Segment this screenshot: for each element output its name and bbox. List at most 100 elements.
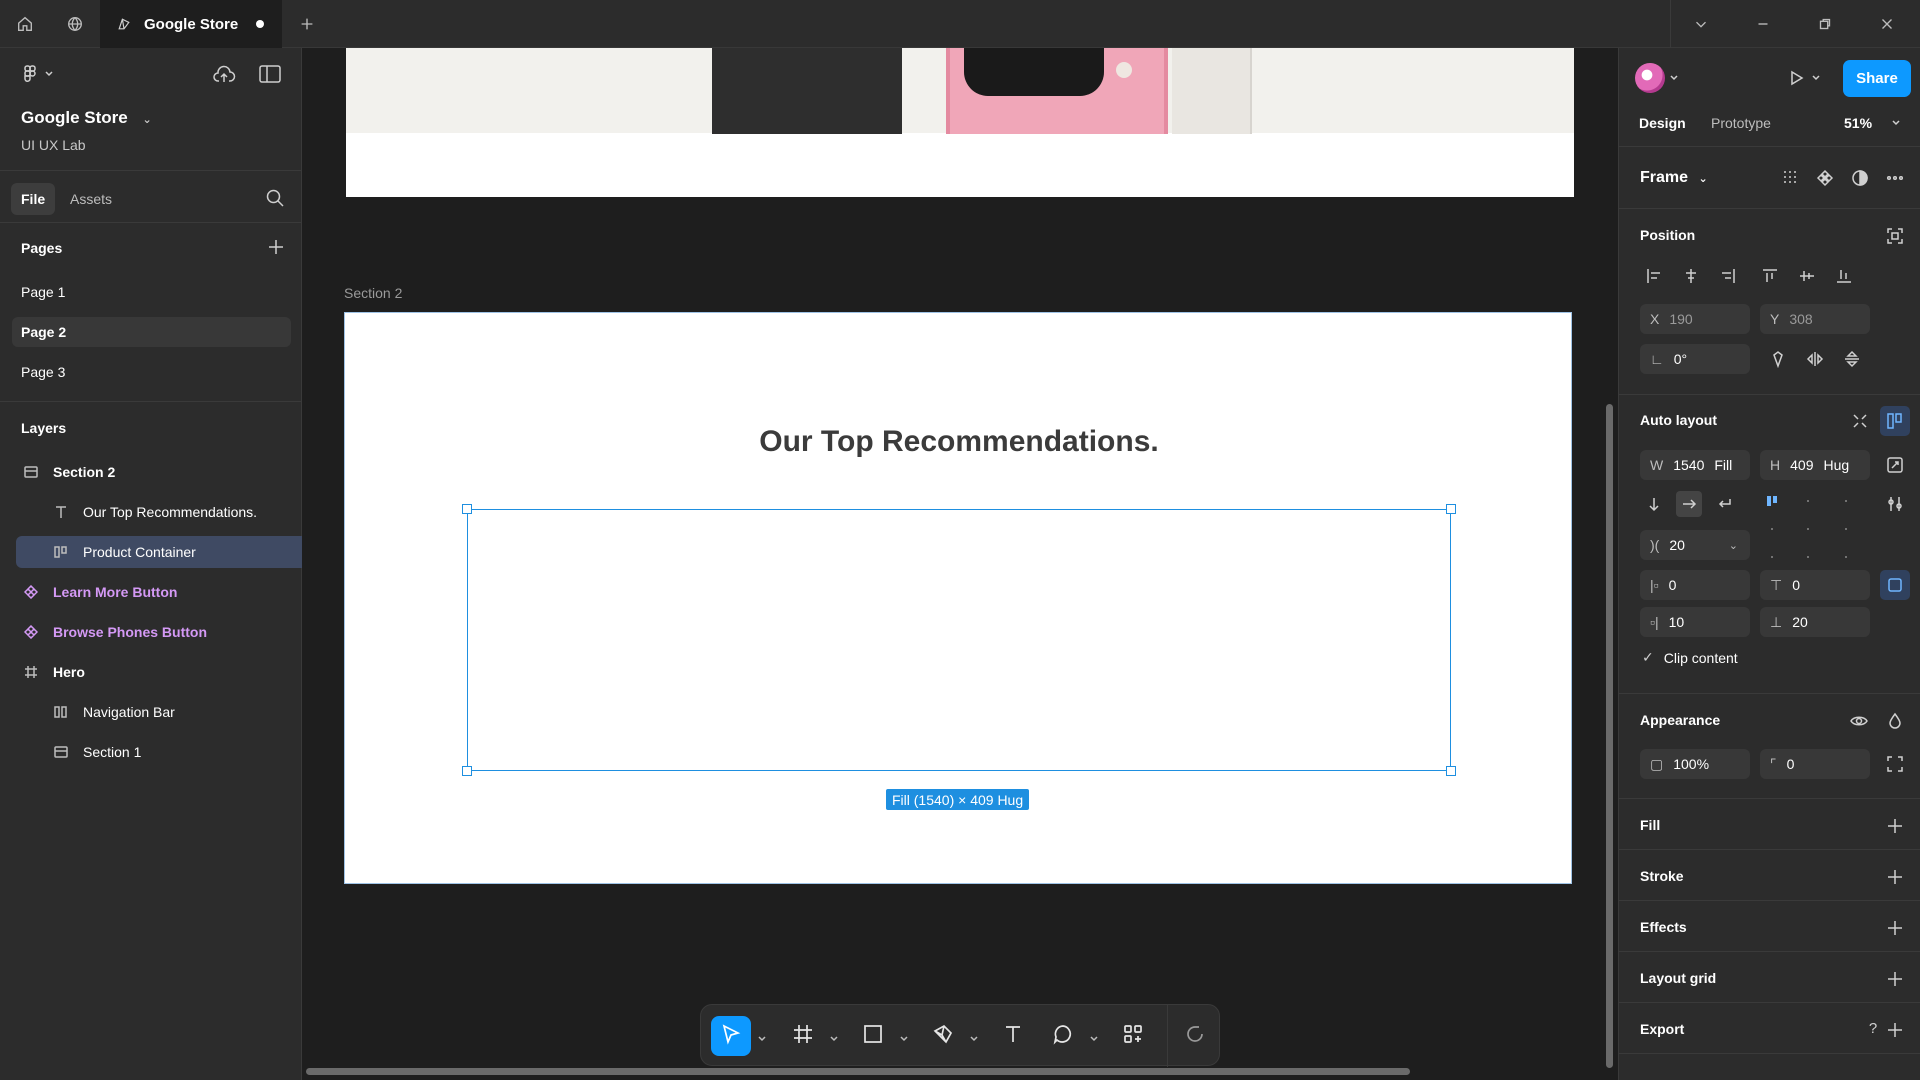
resize-to-fit-icon[interactable] bbox=[1882, 452, 1908, 478]
main-menu-icon[interactable] bbox=[20, 64, 54, 84]
add-stroke-icon[interactable] bbox=[1882, 864, 1908, 890]
chevron-down-icon[interactable]: ⌄ bbox=[142, 114, 151, 126]
corner-expand-icon[interactable] bbox=[1882, 751, 1908, 777]
hero-frame[interactable] bbox=[346, 48, 1574, 197]
component-icon[interactable] bbox=[1812, 165, 1838, 191]
tab-prototype[interactable]: Prototype bbox=[1711, 115, 1771, 131]
direction-horizontal-icon[interactable] bbox=[1676, 491, 1702, 517]
chevron-down-icon[interactable] bbox=[1089, 1031, 1099, 1042]
height-field[interactable]: H 409 Hug bbox=[1760, 450, 1870, 480]
mask-icon[interactable] bbox=[1847, 165, 1873, 191]
layer-product-container[interactable]: Product Container bbox=[16, 536, 302, 568]
alignment-grid[interactable] bbox=[1759, 488, 1871, 574]
collapse-icon[interactable] bbox=[1847, 408, 1873, 434]
canvas[interactable]: Section 2 Our Top Recommendations. Fill … bbox=[302, 48, 1618, 1080]
text-tool[interactable] bbox=[993, 1016, 1033, 1056]
h-mode[interactable]: Hug bbox=[1823, 457, 1849, 473]
width-field[interactable]: W 1540 Fill bbox=[1640, 450, 1750, 480]
chevron-down-icon[interactable] bbox=[899, 1031, 909, 1042]
flip-horizontal-icon[interactable] bbox=[1802, 346, 1828, 372]
tab-file[interactable]: File bbox=[11, 183, 56, 215]
chevron-down-icon[interactable] bbox=[1667, 65, 1681, 91]
align-bottom-icon[interactable] bbox=[1831, 263, 1857, 289]
align-middle-icon[interactable] bbox=[1794, 263, 1820, 289]
flip-vertical-icon[interactable] bbox=[1839, 346, 1865, 372]
pen-tool[interactable] bbox=[923, 1016, 963, 1056]
frame-selector[interactable]: Frame ⌄ bbox=[1640, 169, 1708, 187]
resize-handle-bl[interactable] bbox=[462, 766, 472, 776]
play-icon[interactable] bbox=[1783, 65, 1809, 91]
layer-navigation-bar[interactable]: Navigation Bar bbox=[16, 696, 302, 728]
horizontal-scrollbar[interactable] bbox=[306, 1068, 1410, 1075]
eye-icon[interactable] bbox=[1846, 708, 1872, 734]
avatar[interactable] bbox=[1635, 63, 1665, 93]
shape-tool[interactable] bbox=[853, 1016, 893, 1056]
align-top-icon[interactable] bbox=[1757, 263, 1783, 289]
align-right-icon[interactable] bbox=[1715, 263, 1741, 289]
layer-hero[interactable]: Hero bbox=[16, 656, 302, 688]
page-item-2[interactable]: Page 2 bbox=[12, 317, 291, 347]
resize-handle-tl[interactable] bbox=[462, 504, 472, 514]
tab-assets[interactable]: Assets bbox=[60, 183, 122, 215]
actions-tool[interactable] bbox=[1113, 1016, 1153, 1056]
gap-field[interactable]: )( 20 ⌄ bbox=[1640, 530, 1750, 560]
tab-design[interactable]: Design bbox=[1639, 115, 1686, 131]
constraints-icon[interactable] bbox=[1882, 223, 1908, 249]
frame-tool[interactable] bbox=[783, 1016, 823, 1056]
padding-bottom-field[interactable]: ⊥ 20 bbox=[1760, 607, 1870, 637]
resize-handle-br[interactable] bbox=[1446, 766, 1456, 776]
add-export-icon[interactable] bbox=[1882, 1017, 1908, 1043]
file-name[interactable]: Google Store ⌄ bbox=[21, 108, 152, 128]
padding-left-field[interactable]: |▫ 0 bbox=[1640, 570, 1750, 600]
close-icon[interactable] bbox=[1862, 0, 1912, 48]
search-icon[interactable] bbox=[265, 188, 285, 208]
restore-icon[interactable] bbox=[1800, 0, 1850, 48]
rotate-icon[interactable] bbox=[1765, 346, 1791, 372]
layer-browse-phones-button[interactable]: Browse Phones Button bbox=[16, 616, 302, 648]
chevron-down-icon[interactable] bbox=[1889, 110, 1903, 136]
padding-right-field[interactable]: ▫| 10 bbox=[1640, 607, 1750, 637]
corner-radius-field[interactable]: ⌜ 0 bbox=[1760, 749, 1870, 779]
section-2-frame[interactable]: Our Top Recommendations. Fill (1540) × 4… bbox=[344, 312, 1572, 884]
add-effect-icon[interactable] bbox=[1882, 915, 1908, 941]
add-layout-grid-icon[interactable] bbox=[1882, 966, 1908, 992]
direction-vertical-icon[interactable] bbox=[1641, 491, 1667, 517]
wrap-icon[interactable] bbox=[1712, 491, 1738, 517]
home-icon[interactable] bbox=[0, 0, 50, 48]
comment-tool[interactable] bbox=[1043, 1016, 1083, 1056]
layer-section-1[interactable]: Section 1 bbox=[16, 736, 302, 768]
panel-toggle-icon[interactable] bbox=[259, 65, 281, 83]
align-center-horizontal-icon[interactable] bbox=[1678, 263, 1704, 289]
clip-content-checkbox[interactable]: ✓ Clip content bbox=[1642, 649, 1738, 666]
dev-mode-toggle[interactable] bbox=[1175, 1016, 1215, 1056]
share-button[interactable]: Share bbox=[1843, 60, 1911, 97]
globe-icon[interactable] bbox=[50, 0, 100, 48]
move-tool[interactable] bbox=[711, 1016, 751, 1056]
y-field[interactable]: Y 308 bbox=[1760, 304, 1870, 334]
minimize-icon[interactable] bbox=[1738, 0, 1788, 48]
layer-section-2[interactable]: Section 2 bbox=[16, 456, 302, 488]
blend-mode-icon[interactable] bbox=[1882, 708, 1908, 734]
independent-padding-icon[interactable] bbox=[1880, 570, 1910, 600]
align-left-icon[interactable] bbox=[1641, 263, 1667, 289]
chevron-down-icon[interactable] bbox=[829, 1031, 839, 1042]
grid-icon[interactable] bbox=[1777, 165, 1803, 191]
x-field[interactable]: X 190 bbox=[1640, 304, 1750, 334]
rotation-field[interactable]: ∟ 0° bbox=[1640, 344, 1750, 374]
chevron-down-icon[interactable] bbox=[969, 1031, 979, 1042]
opacity-field[interactable]: ▢ 100% bbox=[1640, 749, 1750, 779]
chevron-down-icon[interactable] bbox=[757, 1031, 767, 1042]
add-page-icon[interactable] bbox=[267, 238, 285, 256]
add-fill-icon[interactable] bbox=[1882, 813, 1908, 839]
more-icon[interactable] bbox=[1882, 165, 1908, 191]
padding-top-field[interactable]: ⊤ 0 bbox=[1760, 570, 1870, 600]
chevron-down-icon[interactable]: ⌄ bbox=[1698, 173, 1707, 185]
resize-handle-tr[interactable] bbox=[1446, 504, 1456, 514]
chevron-down-icon[interactable] bbox=[1676, 0, 1726, 48]
layer-learn-more-button[interactable]: Learn More Button bbox=[16, 576, 302, 608]
advanced-settings-icon[interactable] bbox=[1882, 491, 1908, 517]
page-item-3[interactable]: Page 3 bbox=[12, 357, 291, 387]
zoom-level[interactable]: 51% bbox=[1844, 115, 1872, 131]
page-item-1[interactable]: Page 1 bbox=[12, 277, 291, 307]
new-tab-icon[interactable] bbox=[282, 0, 332, 48]
